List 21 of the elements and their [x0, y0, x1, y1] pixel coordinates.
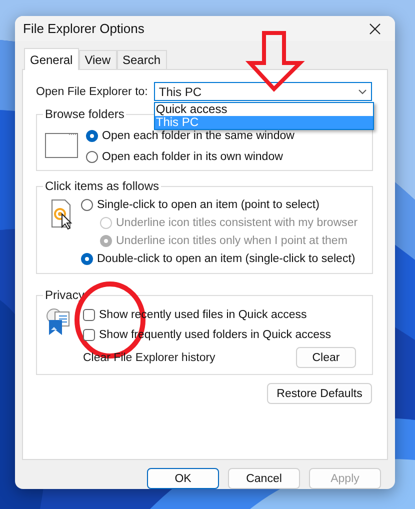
field-label: Open File Explorer to: [36, 86, 148, 98]
group-title: Browse folders [44, 107, 126, 121]
radio-option[interactable]: Open each folder in the same window [86, 127, 294, 144]
chevron-icon [358, 88, 367, 94]
close-icon[interactable] [369, 22, 381, 34]
restore-defaults-button[interactable]: Restore Defaults [267, 383, 372, 404]
dialog-button[interactable]: OK [147, 468, 219, 489]
dropdown-option[interactable]: Quick access [154, 103, 373, 116]
tab[interactable]: General [24, 48, 79, 70]
window-title: File Explorer Options [23, 21, 144, 36]
clear-button[interactable]: Clear [296, 347, 356, 368]
group-title: Click items as follows [44, 179, 160, 193]
window-icon [45, 133, 78, 158]
clear-history-label: Clear File Explorer history [83, 352, 216, 364]
tab[interactable]: View [78, 50, 116, 69]
radio-option[interactable]: Double-click to open an item (single-click to select) [81, 250, 358, 267]
dialog-button[interactable]: Cancel [228, 468, 300, 489]
tab[interactable]: Search [116, 50, 167, 69]
radio-option[interactable]: Single-click to open an item (point to select) [81, 196, 358, 213]
radio-option[interactable]: Open each folder in its own window [86, 148, 294, 165]
document-cursor-icon [51, 199, 73, 231]
